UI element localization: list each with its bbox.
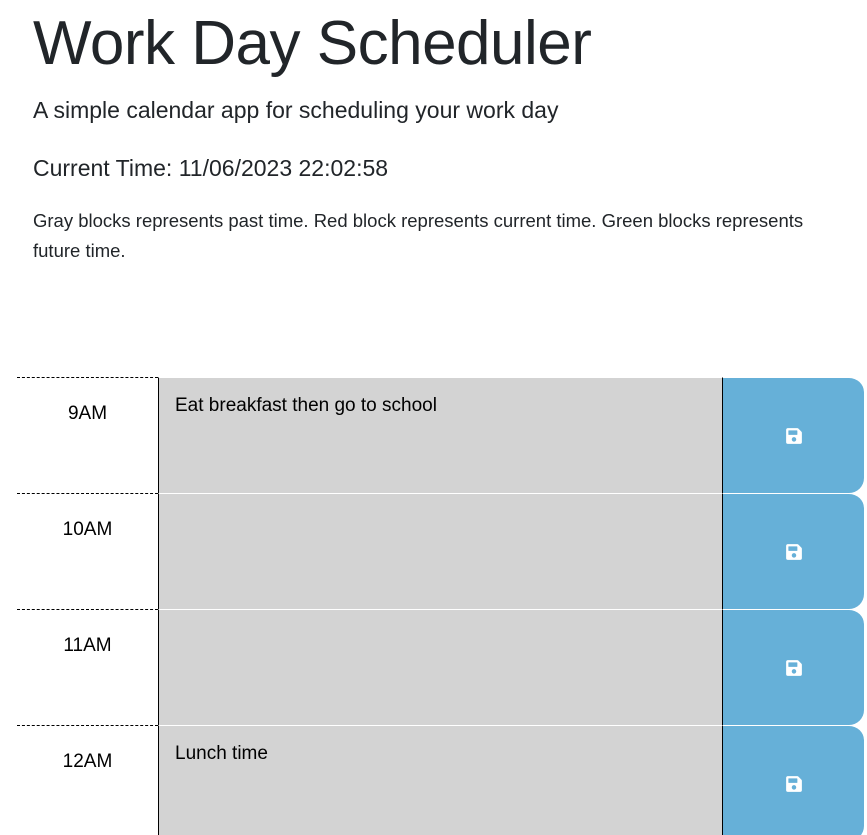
hour-label: 9AM bbox=[17, 377, 158, 493]
current-time-value: 11/06/2023 22:02:58 bbox=[178, 155, 389, 181]
event-description[interactable] bbox=[158, 609, 723, 725]
color-legend: Gray blocks represents past time. Red bl… bbox=[33, 210, 804, 261]
time-block: 12AM Lunch time bbox=[17, 725, 864, 835]
event-description[interactable] bbox=[158, 493, 723, 609]
event-description[interactable]: Lunch time bbox=[158, 725, 723, 835]
scheduler-page: Work Day Scheduler A simple calendar app… bbox=[0, 0, 867, 835]
hour-label: 10AM bbox=[17, 493, 158, 609]
floppy-disk-icon bbox=[785, 775, 802, 792]
save-button[interactable] bbox=[723, 377, 864, 493]
current-time-label: Current Time: bbox=[33, 155, 173, 181]
time-block: 10AM bbox=[17, 493, 864, 609]
hour-label: 11AM bbox=[17, 609, 158, 725]
time-block: 11AM bbox=[17, 609, 864, 725]
hour-label: 12AM bbox=[17, 725, 158, 835]
floppy-disk-icon bbox=[785, 427, 802, 444]
save-button[interactable] bbox=[723, 725, 864, 835]
page-subtitle: A simple calendar app for scheduling you… bbox=[33, 97, 559, 123]
event-description[interactable]: Eat breakfast then go to school bbox=[158, 377, 723, 493]
floppy-disk-icon bbox=[785, 543, 802, 560]
current-time: Current Time: 11/06/2023 22:02:58 bbox=[33, 153, 388, 183]
save-button[interactable] bbox=[723, 609, 864, 725]
floppy-disk-icon bbox=[785, 659, 802, 676]
schedule: 9AM Eat breakfast then go to school 10AM… bbox=[17, 377, 864, 835]
page-title: Work Day Scheduler bbox=[33, 9, 592, 78]
save-button[interactable] bbox=[723, 493, 864, 609]
time-block: 9AM Eat breakfast then go to school bbox=[17, 377, 864, 493]
